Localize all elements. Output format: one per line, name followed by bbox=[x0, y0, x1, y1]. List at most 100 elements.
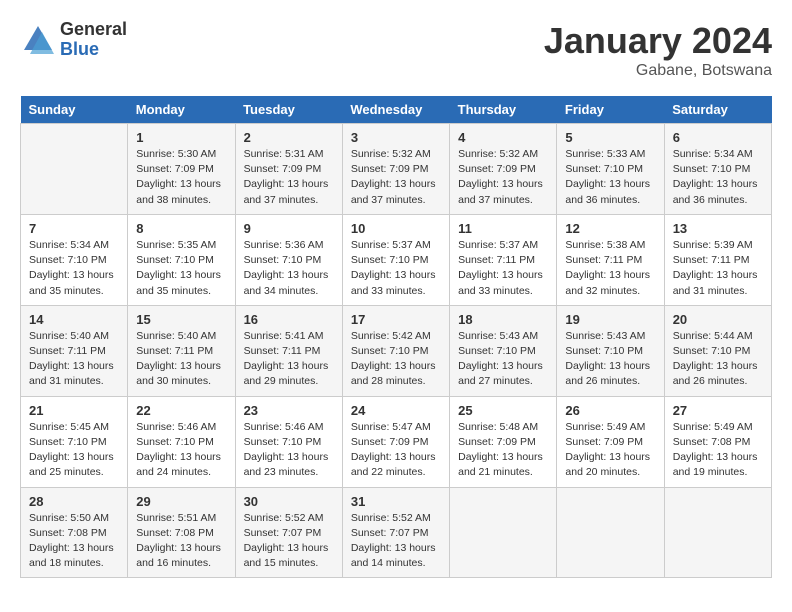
cell-week2-day1: 15Sunrise: 5:40 AMSunset: 7:11 PMDayligh… bbox=[128, 305, 235, 396]
cell-week1-day0: 7 Sunrise: 5:34 AMSunset: 7:10 PMDaylight… bbox=[21, 214, 128, 305]
logo-text: General Blue bbox=[60, 20, 127, 60]
cell-week0-day5: 5 Sunrise: 5:33 AMSunset: 7:10 PMDaylight… bbox=[557, 124, 664, 215]
cell-week0-day2: 2 Sunrise: 5:31 AMSunset: 7:09 PMDaylight… bbox=[235, 124, 342, 215]
day-info: Sunrise: 5:49 AMSunset: 7:09 PMDaylight:… bbox=[565, 421, 650, 479]
logo-icon bbox=[20, 22, 56, 58]
cell-week4-day0: 28 Sunrise: 5:50 AMSunset: 7:08 PMDayligh… bbox=[21, 487, 128, 578]
cell-week2-day5: 19Sunrise: 5:43 AMSunset: 7:10 PMDayligh… bbox=[557, 305, 664, 396]
day-number: 27 bbox=[673, 403, 763, 418]
day-number: 17 bbox=[351, 312, 441, 327]
day-number: 24 bbox=[351, 403, 441, 418]
day-info: Sunrise: 5:41 AMSunset: 7:11 PMDaylight:… bbox=[244, 330, 329, 388]
day-number: 5 bbox=[565, 130, 655, 145]
day-number: 29 bbox=[136, 494, 226, 509]
day-number: 8 bbox=[136, 221, 226, 236]
cell-week2-day3: 17 Sunrise: 5:42 AMSunset: 7:10 PMDayligh… bbox=[342, 305, 449, 396]
day-number: 7 bbox=[29, 221, 119, 236]
calendar-body: 1 Sunrise: 5:30 AMSunset: 7:09 PMDaylight… bbox=[21, 124, 772, 578]
day-number: 28 bbox=[29, 494, 119, 509]
cell-week0-day3: 3 Sunrise: 5:32 AMSunset: 7:09 PMDaylight… bbox=[342, 124, 449, 215]
day-number: 2 bbox=[244, 130, 334, 145]
day-number: 22 bbox=[136, 403, 226, 418]
week-row-0: 1 Sunrise: 5:30 AMSunset: 7:09 PMDaylight… bbox=[21, 124, 772, 215]
day-info: Sunrise: 5:50 AMSunset: 7:08 PMDaylight:… bbox=[29, 512, 114, 570]
day-number: 30 bbox=[244, 494, 334, 509]
day-info: Sunrise: 5:46 AMSunset: 7:10 PMDaylight:… bbox=[244, 421, 329, 479]
day-info: Sunrise: 5:37 AMSunset: 7:11 PMDaylight:… bbox=[458, 239, 543, 297]
day-number: 12 bbox=[565, 221, 655, 236]
cell-week0-day4: 4 Sunrise: 5:32 AMSunset: 7:09 PMDaylight… bbox=[450, 124, 557, 215]
logo-blue: Blue bbox=[60, 40, 127, 60]
day-number: 31 bbox=[351, 494, 441, 509]
cell-week2-day2: 16 Sunrise: 5:41 AMSunset: 7:11 PMDayligh… bbox=[235, 305, 342, 396]
cell-week2-day0: 14 Sunrise: 5:40 AMSunset: 7:11 PMDayligh… bbox=[21, 305, 128, 396]
day-number: 1 bbox=[136, 130, 226, 145]
cell-week3-day2: 23 Sunrise: 5:46 AMSunset: 7:10 PMDayligh… bbox=[235, 396, 342, 487]
logo-general: General bbox=[60, 20, 127, 40]
day-info: Sunrise: 5:51 AMSunset: 7:08 PMDaylight:… bbox=[136, 512, 221, 570]
day-info: Sunrise: 5:34 AMSunset: 7:10 PMDaylight:… bbox=[29, 239, 114, 297]
header-thursday: Thursday bbox=[450, 96, 557, 124]
cell-week4-day6 bbox=[664, 487, 771, 578]
cell-week4-day2: 30 Sunrise: 5:52 AMSunset: 7:07 PMDayligh… bbox=[235, 487, 342, 578]
day-info: Sunrise: 5:45 AMSunset: 7:10 PMDaylight:… bbox=[29, 421, 114, 479]
cell-week3-day6: 27 Sunrise: 5:49 AMSunset: 7:08 PMDayligh… bbox=[664, 396, 771, 487]
day-number: 3 bbox=[351, 130, 441, 145]
cell-week3-day0: 21 Sunrise: 5:45 AMSunset: 7:10 PMDayligh… bbox=[21, 396, 128, 487]
header-wednesday: Wednesday bbox=[342, 96, 449, 124]
cell-week0-day0 bbox=[21, 124, 128, 215]
day-number: 25 bbox=[458, 403, 548, 418]
day-number: 18 bbox=[458, 312, 548, 327]
cell-week3-day1: 22 Sunrise: 5:46 AMSunset: 7:10 PMDayligh… bbox=[128, 396, 235, 487]
cell-week3-day4: 25 Sunrise: 5:48 AMSunset: 7:09 PMDayligh… bbox=[450, 396, 557, 487]
header-tuesday: Tuesday bbox=[235, 96, 342, 124]
day-info: Sunrise: 5:40 AMSunset: 7:11 PMDaylight:… bbox=[29, 330, 114, 388]
cell-week1-day3: 10Sunrise: 5:37 AMSunset: 7:10 PMDayligh… bbox=[342, 214, 449, 305]
day-number: 19 bbox=[565, 312, 655, 327]
day-number: 20 bbox=[673, 312, 763, 327]
day-info: Sunrise: 5:42 AMSunset: 7:10 PMDaylight:… bbox=[351, 330, 436, 388]
day-number: 6 bbox=[673, 130, 763, 145]
day-info: Sunrise: 5:48 AMSunset: 7:09 PMDaylight:… bbox=[458, 421, 543, 479]
calendar-table: Sunday Monday Tuesday Wednesday Thursday… bbox=[20, 96, 772, 578]
header-row: Sunday Monday Tuesday Wednesday Thursday… bbox=[21, 96, 772, 124]
day-info: Sunrise: 5:32 AMSunset: 7:09 PMDaylight:… bbox=[458, 148, 543, 206]
day-number: 9 bbox=[244, 221, 334, 236]
day-info: Sunrise: 5:35 AMSunset: 7:10 PMDaylight:… bbox=[136, 239, 221, 297]
cell-week2-day6: 20 Sunrise: 5:44 AMSunset: 7:10 PMDayligh… bbox=[664, 305, 771, 396]
day-info: Sunrise: 5:36 AMSunset: 7:10 PMDaylight:… bbox=[244, 239, 329, 297]
week-row-1: 7 Sunrise: 5:34 AMSunset: 7:10 PMDaylight… bbox=[21, 214, 772, 305]
day-info: Sunrise: 5:38 AMSunset: 7:11 PMDaylight:… bbox=[565, 239, 650, 297]
cell-week3-day3: 24Sunrise: 5:47 AMSunset: 7:09 PMDayligh… bbox=[342, 396, 449, 487]
day-info: Sunrise: 5:33 AMSunset: 7:10 PMDaylight:… bbox=[565, 148, 650, 206]
day-number: 21 bbox=[29, 403, 119, 418]
calendar-header: Sunday Monday Tuesday Wednesday Thursday… bbox=[21, 96, 772, 124]
week-row-3: 21 Sunrise: 5:45 AMSunset: 7:10 PMDayligh… bbox=[21, 396, 772, 487]
day-number: 23 bbox=[244, 403, 334, 418]
header-monday: Monday bbox=[128, 96, 235, 124]
cell-week1-day4: 11Sunrise: 5:37 AMSunset: 7:11 PMDayligh… bbox=[450, 214, 557, 305]
cell-week1-day6: 13Sunrise: 5:39 AMSunset: 7:11 PMDayligh… bbox=[664, 214, 771, 305]
day-info: Sunrise: 5:49 AMSunset: 7:08 PMDaylight:… bbox=[673, 421, 758, 479]
header-sunday: Sunday bbox=[21, 96, 128, 124]
day-number: 16 bbox=[244, 312, 334, 327]
day-number: 4 bbox=[458, 130, 548, 145]
day-info: Sunrise: 5:31 AMSunset: 7:09 PMDaylight:… bbox=[244, 148, 329, 206]
main-title: January 2024 bbox=[544, 20, 772, 62]
day-number: 13 bbox=[673, 221, 763, 236]
day-number: 15 bbox=[136, 312, 226, 327]
cell-week4-day5 bbox=[557, 487, 664, 578]
cell-week0-day1: 1 Sunrise: 5:30 AMSunset: 7:09 PMDaylight… bbox=[128, 124, 235, 215]
day-number: 14 bbox=[29, 312, 119, 327]
day-info: Sunrise: 5:32 AMSunset: 7:09 PMDaylight:… bbox=[351, 148, 436, 206]
day-number: 10 bbox=[351, 221, 441, 236]
day-info: Sunrise: 5:44 AMSunset: 7:10 PMDaylight:… bbox=[673, 330, 758, 388]
header-saturday: Saturday bbox=[664, 96, 771, 124]
day-info: Sunrise: 5:30 AMSunset: 7:09 PMDaylight:… bbox=[136, 148, 221, 206]
cell-week4-day4 bbox=[450, 487, 557, 578]
day-info: Sunrise: 5:52 AMSunset: 7:07 PMDaylight:… bbox=[244, 512, 329, 570]
logo: General Blue bbox=[20, 20, 127, 60]
cell-week2-day4: 18Sunrise: 5:43 AMSunset: 7:10 PMDayligh… bbox=[450, 305, 557, 396]
day-info: Sunrise: 5:46 AMSunset: 7:10 PMDaylight:… bbox=[136, 421, 221, 479]
cell-week0-day6: 6Sunrise: 5:34 AMSunset: 7:10 PMDaylight… bbox=[664, 124, 771, 215]
